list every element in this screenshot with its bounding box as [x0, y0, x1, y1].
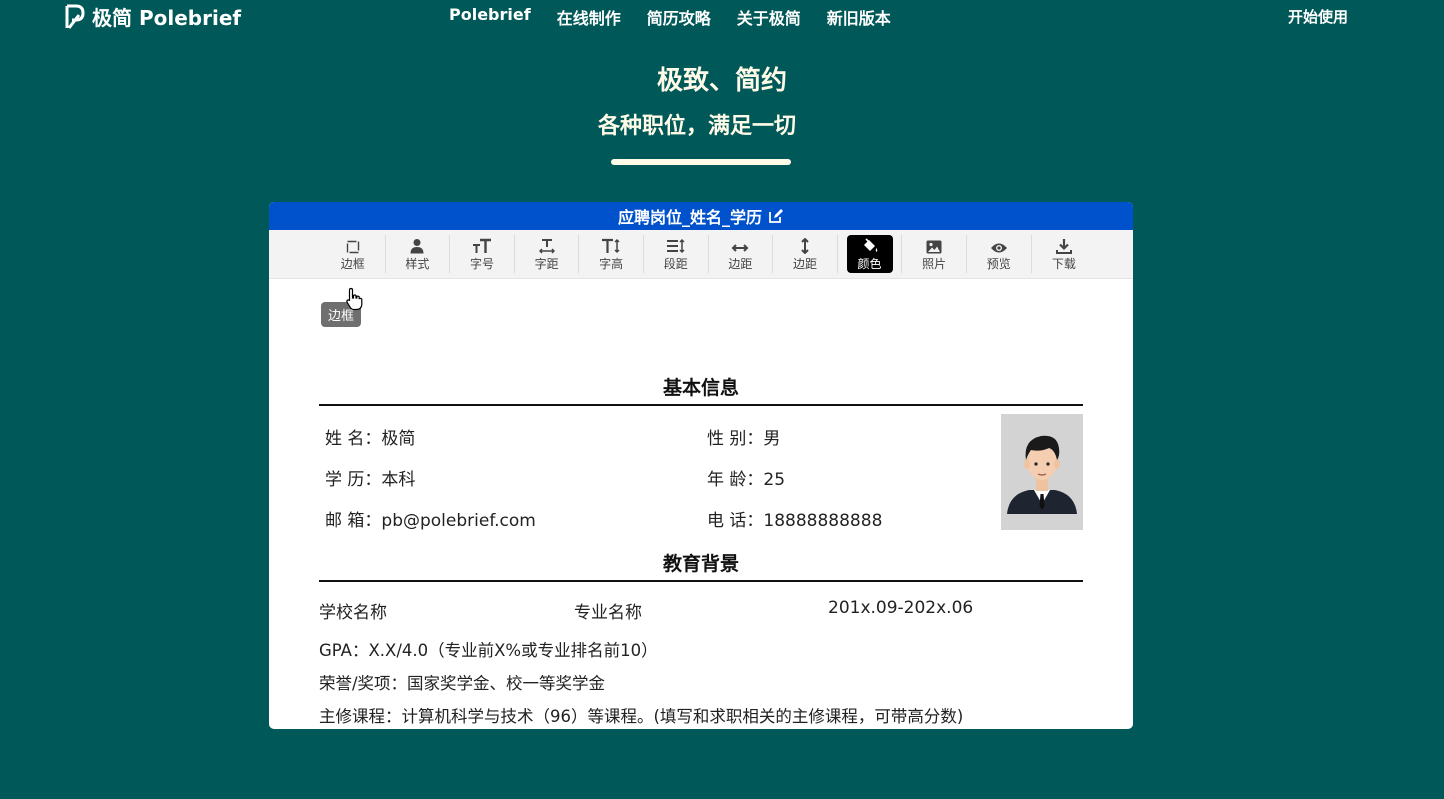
toolbar-download-button[interactable]: 下载 [1032, 235, 1097, 273]
font-size-icon [472, 238, 491, 253]
profile-photo[interactable] [1001, 414, 1083, 530]
start-button[interactable]: 开始使用 [1288, 6, 1348, 27]
toolbar-letter-spacing-button[interactable]: 字距 [515, 235, 580, 273]
letter-spacing-icon [538, 239, 555, 254]
paint-bucket-icon [863, 238, 877, 252]
toolbar-label: 段距 [663, 257, 688, 271]
resume-filename[interactable]: 应聘岗位_姓名_学历 [618, 204, 762, 228]
field-education[interactable]: 学 历：本科 [325, 465, 415, 490]
resume-editor: 应聘岗位_姓名_学历 边框 样式 字号 字距 字高 段距 边距 边距 颜色 照片… [269, 202, 1133, 729]
toolbar-label: 照片 [922, 257, 947, 271]
nav-online-create[interactable]: 在线制作 [557, 5, 621, 29]
edu-honors[interactable]: 荣誉/奖项：国家奖学金、校一等奖学金 [319, 667, 1083, 700]
paragraph-spacing-icon [666, 238, 685, 254]
education-row: 学校名称 专业名称 201x.09-202x.06 [319, 582, 1083, 624]
toolbar-font-size-button[interactable]: 字号 [450, 235, 515, 273]
nav-polebrief[interactable]: Polebrief [449, 5, 531, 29]
toolbar-label: 边距 [792, 257, 817, 271]
toolbar-photo-button[interactable]: 照片 [902, 235, 967, 273]
person-icon [410, 239, 424, 254]
download-icon [1055, 239, 1072, 254]
field-name[interactable]: 姓 名：极简 [325, 424, 415, 449]
toolbar-label: 字号 [469, 257, 494, 271]
border-icon [346, 240, 359, 254]
toolbar-label: 下载 [1051, 257, 1076, 271]
toolbar-label: 边框 [340, 257, 365, 271]
toolbar-border-button[interactable]: 边框 [321, 235, 386, 273]
polebrief-logo-icon [65, 4, 85, 29]
toolbar-label: 字高 [599, 257, 624, 271]
top-navbar: 极简 Polebrief Polebrief 在线制作 简历攻略 关于极简 新旧… [0, 0, 1444, 32]
image-icon [926, 240, 942, 254]
toolbar-paragraph-spacing-button[interactable]: 段距 [644, 235, 709, 273]
toolbar-text-height-button[interactable]: 字高 [579, 235, 644, 273]
toolbar-label: 字距 [534, 257, 559, 271]
toolbar-label: 样式 [405, 257, 430, 271]
text-height-icon [602, 238, 620, 254]
field-age[interactable]: 年 龄：25 [707, 465, 785, 490]
toolbar-preview-button[interactable]: 预览 [967, 235, 1032, 273]
avatar-icon [1001, 414, 1083, 530]
hero-underline [611, 159, 791, 165]
nav-resume-guide[interactable]: 简历攻略 [647, 5, 711, 29]
basic-info-block: 姓 名：极简 性 别：男 学 历：本科 年 龄：25 邮 箱：pb@polebr… [319, 406, 1083, 548]
section-title-basic-info[interactable]: 基本信息 [319, 372, 1083, 406]
toolbar-color-button[interactable]: 颜色 [838, 235, 903, 273]
edu-gpa[interactable]: GPA：X.X/4.0（专业前X%或专业排名前10） [319, 634, 1083, 667]
toolbar-label: 颜色 [857, 257, 882, 271]
vertical-arrows-icon [801, 238, 809, 254]
edu-courses[interactable]: 主修课程：计算机科学与技术（96）等课程。(填写和求职相关的主修课程，可带高分数… [319, 700, 1083, 729]
edu-major[interactable]: 专业名称 [574, 598, 642, 623]
main-nav: Polebrief 在线制作 简历攻略 关于极简 新旧版本 [449, 5, 891, 29]
field-phone[interactable]: 电 话：18888888888 [707, 506, 882, 531]
toolbar-style-button[interactable]: 样式 [386, 235, 451, 273]
edit-icon[interactable] [768, 208, 784, 224]
logo[interactable]: 极简 Polebrief [64, 2, 241, 31]
editor-title-bar[interactable]: 应聘岗位_姓名_学历 [269, 202, 1133, 230]
hero-subtitle: 各种职位，满足一切 [598, 114, 797, 139]
edu-period[interactable]: 201x.09-202x.06 [828, 598, 973, 618]
editor-toolbar: 边框 样式 字号 字距 字高 段距 边距 边距 颜色 照片 预览 下载 边框 [269, 230, 1133, 327]
section-title-education[interactable]: 教育背景 [319, 548, 1083, 582]
logo-text: 极简 Polebrief [92, 6, 242, 30]
hand-cursor-icon [346, 287, 363, 311]
toolbar-label: 边距 [728, 257, 753, 271]
horizontal-arrows-icon [731, 244, 749, 252]
nav-versions[interactable]: 新旧版本 [827, 5, 891, 29]
field-gender[interactable]: 性 别：男 [707, 424, 780, 449]
resume-sheet: 基本信息 姓 名：极简 性 别：男 学 历：本科 年 龄：25 邮 箱：pb@p… [319, 372, 1083, 729]
toolbar-vertical-margin-button[interactable]: 边距 [773, 235, 838, 273]
toolbar-label: 预览 [986, 257, 1011, 271]
eye-icon [990, 243, 1007, 253]
nav-about[interactable]: 关于极简 [737, 5, 801, 29]
field-email[interactable]: 邮 箱：pb@polebrief.com [325, 506, 536, 531]
edu-school[interactable]: 学校名称 [319, 598, 387, 623]
hero-title: 极致、简约 [656, 66, 787, 96]
toolbar-horizontal-margin-button[interactable]: 边距 [709, 235, 774, 273]
